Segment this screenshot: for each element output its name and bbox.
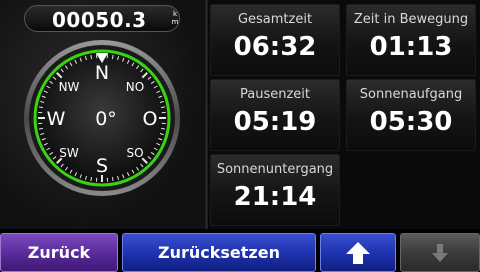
compass-label-n: N: [95, 62, 109, 84]
field-moving-time[interactable]: Zeit in Bewegung 01:13: [346, 4, 476, 76]
compass-tick: [90, 54, 93, 59]
odometer-unit: k m: [170, 10, 180, 26]
reset-button-label: Zurücksetzen: [158, 243, 280, 262]
compass-tick: [111, 177, 114, 182]
compass-label-so: SO: [126, 146, 143, 160]
field-stopped-time[interactable]: Pausenzeit 05:19: [210, 79, 340, 151]
arrow-up-icon: [346, 241, 370, 264]
compass-tick: [161, 127, 166, 130]
field-label: Pausenzeit: [239, 87, 310, 102]
compass-heading-value: 0°: [95, 108, 117, 130]
compass-tick: [161, 106, 166, 109]
field-value: 01:13: [369, 32, 453, 62]
arrow-down-icon: [432, 243, 448, 262]
compass-label-o: O: [143, 108, 158, 130]
compass-label-nw: NW: [59, 80, 80, 94]
back-button-label: Zurück: [27, 243, 91, 262]
back-button[interactable]: Zurück: [0, 233, 118, 272]
field-value: 21:14: [233, 182, 317, 212]
compass-label-w: W: [47, 108, 66, 130]
field-value: 06:32: [233, 32, 317, 62]
field-value: 05:19: [233, 107, 317, 137]
field-label: Sonnenaufgang: [359, 87, 463, 102]
scroll-up-button[interactable]: [320, 233, 396, 272]
odometer: 00050.3 k m: [24, 5, 180, 32]
odometer-unit-bottom: m: [171, 18, 179, 26]
field-label: Zeit in Bewegung: [353, 12, 469, 27]
field-value: 05:30: [369, 107, 453, 137]
field-sunrise[interactable]: Sonnenaufgang 05:30: [346, 79, 476, 151]
field-total-time[interactable]: Gesamtzeit 06:32: [210, 4, 340, 76]
odometer-value: 00050.3: [52, 8, 147, 32]
compass-tick: [90, 177, 93, 182]
compass-label-no: NO: [126, 80, 144, 94]
scroll-down-button[interactable]: [400, 233, 480, 272]
compass: N O S W NW NO SW SO 0°: [24, 40, 180, 196]
compass-tick: [38, 106, 43, 109]
reset-button[interactable]: Zurücksetzen: [122, 233, 316, 272]
compass-label-s: S: [96, 155, 108, 177]
field-sunset[interactable]: Sonnenuntergang 21:14: [210, 154, 340, 226]
compass-tick: [111, 54, 114, 59]
field-label: Sonnenuntergang: [216, 162, 334, 177]
field-label: Gesamtzeit: [237, 12, 313, 27]
compass-label-sw: SW: [59, 146, 79, 160]
compass-tick: [38, 127, 43, 130]
odometer-unit-top: k: [172, 10, 178, 18]
